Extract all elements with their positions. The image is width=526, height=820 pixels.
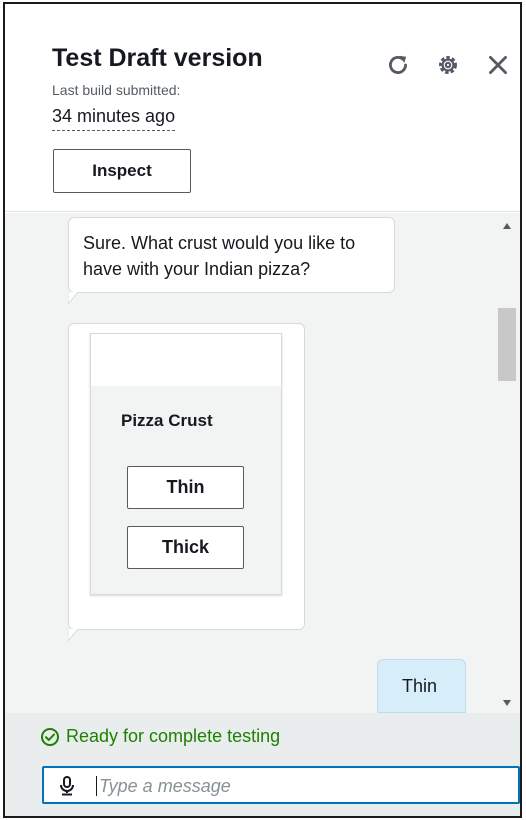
card-button-thin[interactable]: Thin <box>127 466 244 509</box>
build-subtitle: Last build submitted: <box>52 82 181 98</box>
scroll-down-icon[interactable] <box>503 700 511 706</box>
panel-header: Test Draft version Last build submitted:… <box>5 4 520 212</box>
card-title: Pizza Crust <box>121 411 213 430</box>
check-circle-icon <box>41 727 59 746</box>
refresh-icon[interactable] <box>385 52 411 78</box>
status-indicator: Ready for complete testing <box>40 726 280 747</box>
bot-card-message: Pizza Crust Thin Thick <box>68 323 305 630</box>
response-card: Pizza Crust Thin Thick <box>90 333 282 595</box>
bubble-tail-icon <box>68 292 79 304</box>
user-message: Thin <box>377 659 466 713</box>
scroll-up-icon[interactable] <box>503 223 511 229</box>
chat-scrollbar[interactable] <box>495 213 520 713</box>
card-button-thick[interactable]: Thick <box>127 526 244 569</box>
build-time[interactable]: 34 minutes ago <box>52 106 176 131</box>
text-cursor <box>96 776 97 796</box>
chat-transcript: Sure. What crust would you like to have … <box>5 213 520 713</box>
gear-icon[interactable] <box>435 52 461 78</box>
card-image-area <box>91 334 281 386</box>
scroll-thumb[interactable] <box>498 308 516 381</box>
panel-footer: Ready for complete testing <box>5 713 520 816</box>
test-panel: Test Draft version Last build submitted:… <box>3 2 522 818</box>
message-input-box[interactable] <box>42 766 520 804</box>
bot-message: Sure. What crust would you like to have … <box>68 217 395 293</box>
panel-title: Test Draft version <box>52 44 263 72</box>
status-text: Ready for complete testing <box>66 726 281 746</box>
close-icon[interactable] <box>485 52 511 78</box>
message-input[interactable] <box>99 772 509 800</box>
inspect-button[interactable]: Inspect <box>53 149 191 193</box>
bubble-tail-icon <box>68 629 79 641</box>
microphone-icon[interactable] <box>58 776 76 796</box>
